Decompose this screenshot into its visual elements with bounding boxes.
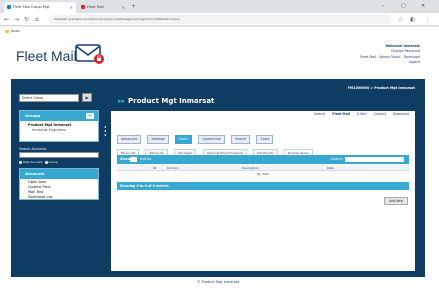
- grid-search-input[interactable]: [345, 157, 404, 162]
- browser-tab-active[interactable]: Fleet Mail Group Mgt ×: [4, 2, 76, 13]
- tab-search[interactable]: Search: [311, 110, 328, 118]
- bookmark-apps[interactable]: Apps: [11, 29, 20, 33]
- column-header[interactable]: Date: [327, 165, 334, 171]
- logo-text: Fleet Mail: [16, 48, 77, 64]
- groups-title-text: Groups: [25, 113, 41, 118]
- go-button[interactable]: ▶: [82, 93, 92, 102]
- tab-download[interactable]: Download: [390, 110, 412, 118]
- top-tabs: Search Fleet Mail E-Mail Contact Downloa…: [311, 110, 412, 118]
- column-header[interactable]: Domain: [167, 165, 179, 171]
- address-bar-row: ← → ↻ ⌂ fleetmail.example.com/Admin/Grou…: [0, 13, 439, 26]
- tab-bar: Fleet Mail Group Mgt × Fleet Mail × + – …: [0, 0, 439, 13]
- maximize-icon[interactable]: ▢: [401, 1, 406, 11]
- close-tab-icon[interactable]: ×: [70, 2, 73, 13]
- add-group-icon[interactable]: +: [86, 113, 94, 119]
- grid-search-label: Search:: [331, 157, 344, 161]
- grid-empty-row: No data: [257, 172, 269, 176]
- group-sub-item[interactable]: Inmarsat Engineers: [20, 128, 98, 133]
- column-header[interactable]: ID: [153, 165, 156, 171]
- reload-icon[interactable]: ↻: [24, 15, 29, 24]
- groups-panel: Groups + Product Mgt Inmarsat Inmarsat E…: [19, 110, 99, 142]
- menu-item[interactable]: Download List: [20, 195, 98, 200]
- radio-group-label: Group: [48, 160, 58, 164]
- group-select[interactable]: Select Group: [19, 94, 79, 102]
- minimize-icon[interactable]: –: [382, 1, 385, 11]
- entries-label: entries: [140, 157, 152, 161]
- tab-title: Fleet Mail: [87, 5, 104, 9]
- tab-fleet-mail[interactable]: Fleet Mail: [329, 110, 353, 118]
- close-window-icon[interactable]: ✕: [421, 1, 425, 11]
- page-footer: © Product Mgt Inmarsat: [196, 280, 240, 284]
- collapse-sidebar-icon[interactable]: ◂ ◂ ◂: [104, 125, 106, 137]
- grid-toolbar: Show entries Search:: [117, 155, 409, 164]
- main-tabs: Advanced Settings Users Quarantine Searc…: [117, 125, 274, 144]
- tab-title: Fleet Mail Group Mgt: [13, 5, 50, 9]
- apps-icon: [5, 29, 9, 33]
- favicon-icon: [7, 5, 11, 9]
- radio-ship[interactable]: [19, 160, 22, 164]
- arrows-icon: ▸▸: [118, 97, 126, 105]
- account-id: FM1000000 > Product Mgt Inmarsat: [347, 86, 415, 90]
- page-title: ▸▸ Product Mgt Inmarsat: [118, 97, 214, 105]
- grid-header: ID Domain Description Date: [117, 165, 409, 171]
- sub-tabs: Block List Allow List Set Agent Optional…: [117, 139, 314, 157]
- envelope-logo-icon: [75, 44, 104, 64]
- forward-icon[interactable]: →: [14, 15, 19, 24]
- tab-contact[interactable]: Contact: [371, 110, 389, 118]
- home-icon[interactable]: ⌂: [35, 15, 39, 24]
- bookmarks-bar: Apps: [0, 27, 439, 36]
- groups-title: Groups +: [20, 111, 98, 121]
- url-field[interactable]: fleetmail.example.com/Admin/Group/GroupM…: [48, 15, 392, 24]
- grid-footer: Showing 0 to 0 of 0 entries: [117, 182, 409, 190]
- new-tab-button[interactable]: +: [131, 2, 136, 12]
- browser-window: Fleet Mail Group Mgt × Fleet Mail × + – …: [0, 0, 439, 300]
- star-icon[interactable]: ☆: [398, 15, 403, 24]
- browser-tab[interactable]: Fleet Mail ×: [78, 2, 128, 13]
- radio-ship-label: Ship Account: [23, 160, 43, 164]
- menu-icon[interactable]: ⋮: [425, 15, 431, 24]
- add-new-button[interactable]: Add New: [384, 197, 408, 205]
- column-header[interactable]: Description: [242, 165, 259, 171]
- extension-icon[interactable]: ◐: [410, 15, 415, 24]
- tab-email[interactable]: E-Mail: [354, 110, 370, 118]
- account-links: Welcome Inmarsat Change Password Fleet M…: [360, 44, 420, 65]
- favicon-icon: [81, 5, 85, 9]
- page-size-select[interactable]: [130, 157, 137, 162]
- accounts-panel: Accounts Open Item Quoted Time Mail Test…: [19, 168, 99, 200]
- back-icon[interactable]: ←: [4, 15, 9, 24]
- radio-group[interactable]: [44, 160, 48, 164]
- close-tab-icon[interactable]: ×: [122, 2, 125, 13]
- logout-link[interactable]: Logout: [360, 60, 420, 65]
- accounts-title: Accounts: [20, 169, 98, 179]
- search-options: Ship Account Group: [19, 160, 58, 165]
- search-accounts-input[interactable]: [19, 152, 99, 158]
- page-title-text: Product Mgt Inmarsat: [128, 97, 215, 105]
